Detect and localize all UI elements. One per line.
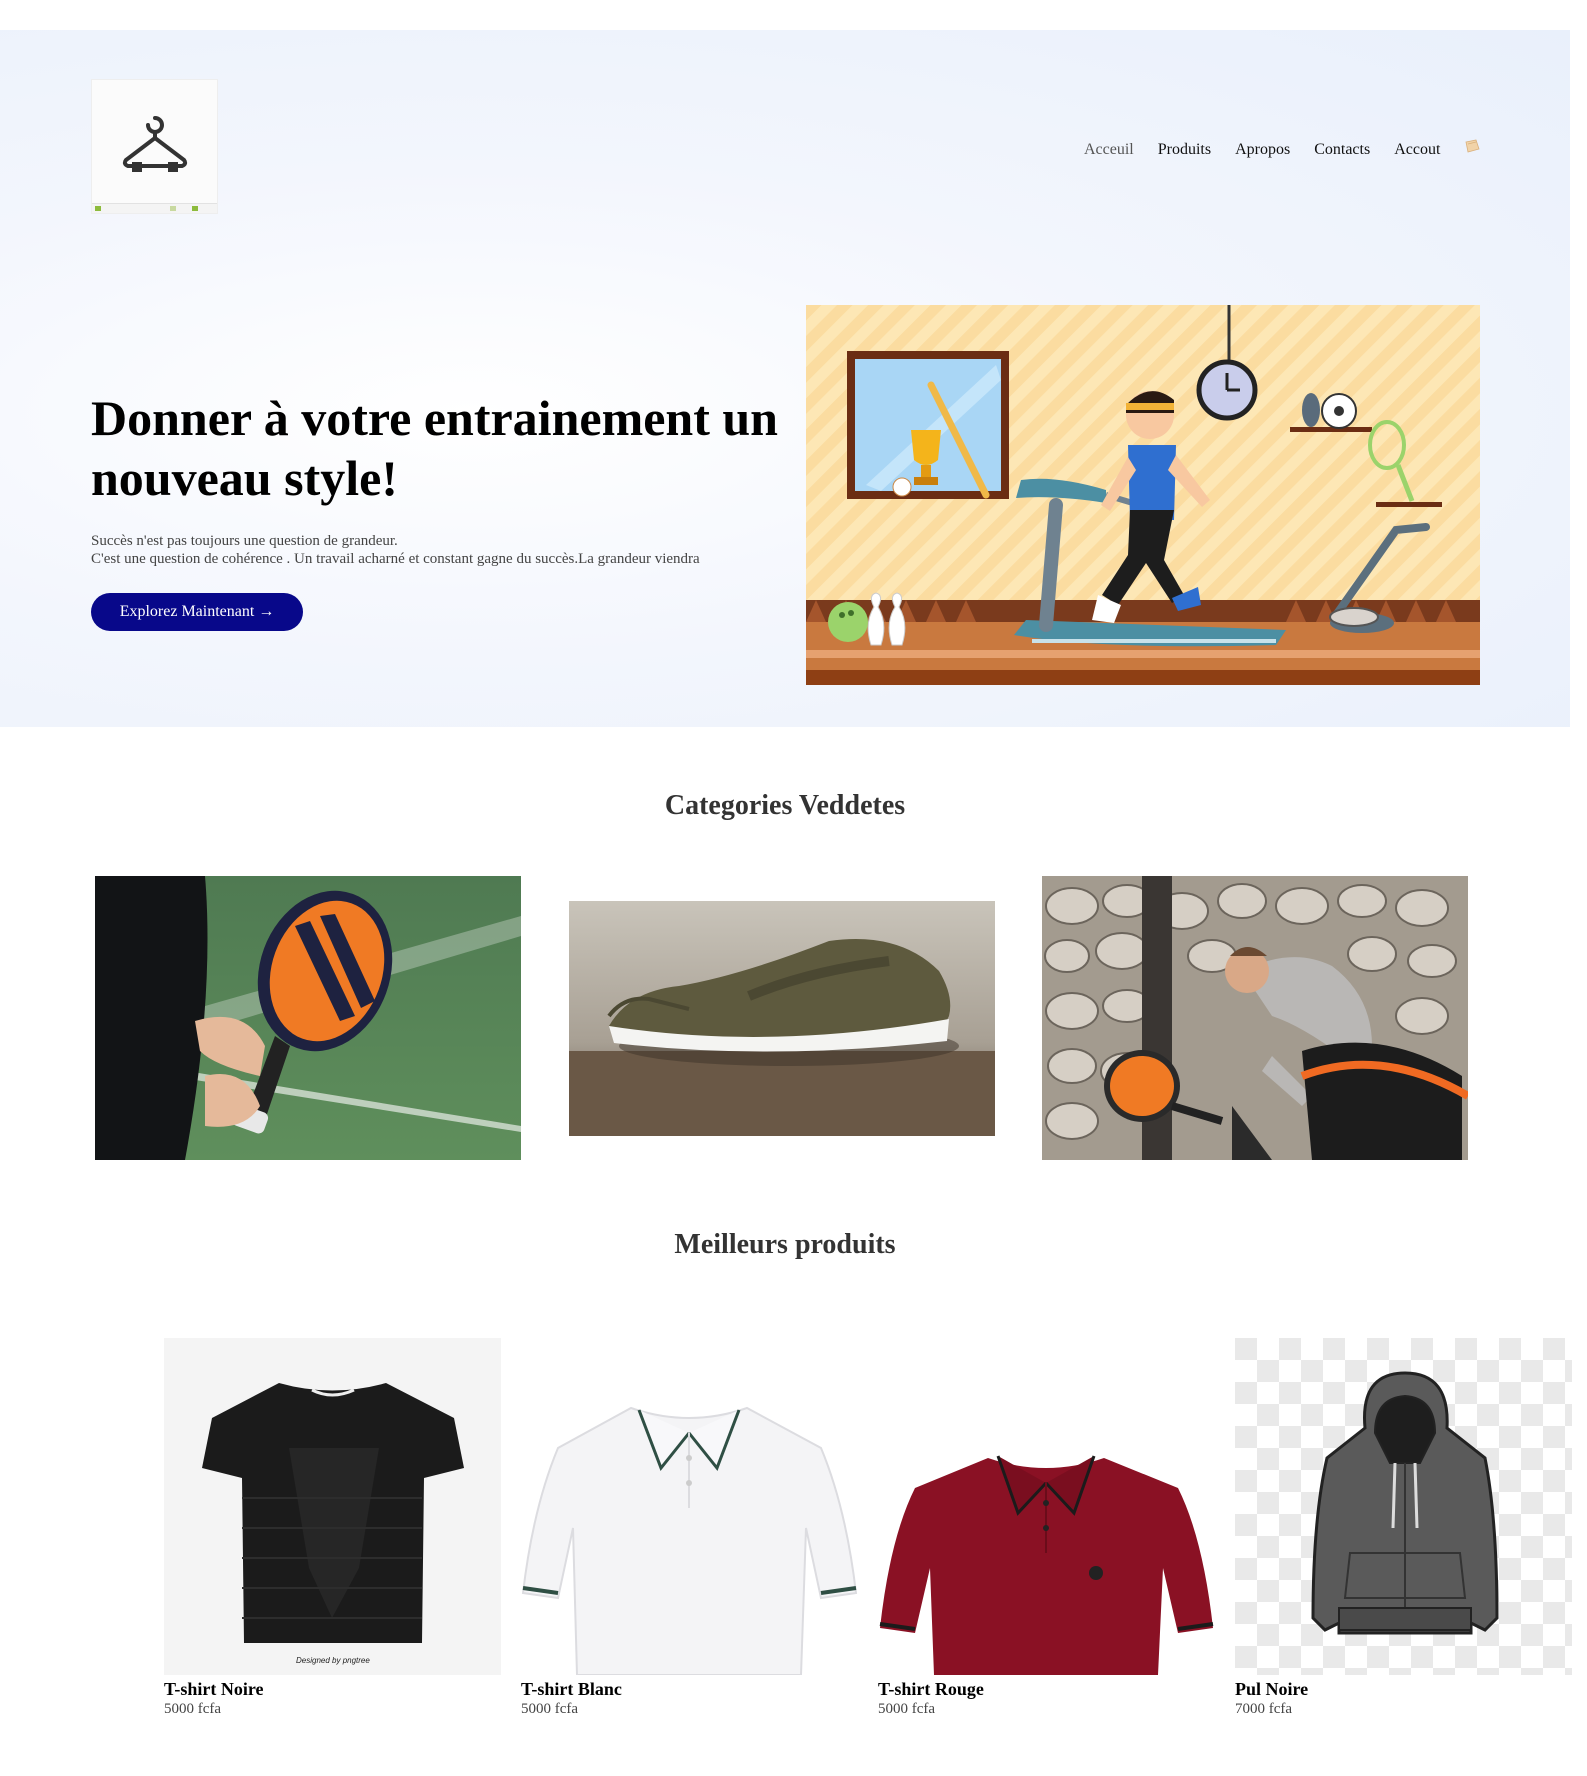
categories-title: Categories Veddetes bbox=[664, 790, 906, 821]
hanger-icon bbox=[122, 116, 188, 172]
hero-title: Donner à votre entrainement un nouveau s… bbox=[91, 390, 778, 506]
nav-accout[interactable]: Accout bbox=[1394, 141, 1440, 159]
products-title: Meilleurs produits bbox=[674, 1229, 896, 1260]
product-price: 5000 fcfa bbox=[521, 1701, 579, 1717]
hero-section: Acceuil Produits Apropos Contacts Accout… bbox=[0, 30, 1570, 727]
olive-sneakers-photo bbox=[569, 901, 995, 1136]
white-polo-image bbox=[521, 1406, 858, 1675]
cart-icon[interactable] bbox=[1465, 139, 1480, 153]
product-price: 5000 fcfa bbox=[878, 1701, 936, 1717]
hero-subtitle-line1: Succès n'est pas toujours une question d… bbox=[91, 533, 398, 549]
explore-now-label: Explorez Maintenant bbox=[119, 603, 255, 620]
nav-contacts[interactable]: Contacts bbox=[1314, 141, 1370, 159]
product-card[interactable]: Designed by pngtree T-shirt Noire 5000 f… bbox=[164, 1338, 501, 1719]
black-hoodie-image bbox=[1235, 1338, 1572, 1675]
category-card-athlete[interactable] bbox=[1042, 876, 1468, 1160]
product-name[interactable]: Pul Noire bbox=[1235, 1679, 1572, 1699]
padel-racket-photo bbox=[95, 876, 521, 1160]
explore-now-button[interactable]: Explorez Maintenant → bbox=[91, 593, 303, 631]
category-card-sneakers[interactable] bbox=[569, 901, 995, 1136]
hero-subtitle: Succès n'est pas toujours une question d… bbox=[91, 532, 791, 568]
product-image[interactable] bbox=[521, 1338, 858, 1675]
gym-illustration bbox=[806, 305, 1480, 685]
nav-acceuil[interactable]: Acceuil bbox=[1084, 141, 1134, 159]
product-card[interactable]: Pul Noire 7000 fcfa bbox=[1235, 1338, 1572, 1719]
product-card[interactable]: T-shirt Blanc 5000 fcfa bbox=[521, 1338, 858, 1719]
black-tshirt-image: Designed by pngtree bbox=[202, 1383, 464, 1665]
product-image[interactable]: Designed by pngtree bbox=[164, 1338, 501, 1675]
arrow-right-icon: → bbox=[258, 603, 275, 620]
product-price: 7000 fcfa bbox=[1235, 1701, 1293, 1717]
main-nav: Acceuil Produits Apropos Contacts Accout bbox=[1084, 138, 1480, 162]
product-name[interactable]: T-shirt Blanc bbox=[521, 1679, 858, 1699]
product-name[interactable]: T-shirt Noire bbox=[164, 1679, 501, 1699]
product-image[interactable] bbox=[878, 1338, 1215, 1675]
product-price: 5000 fcfa bbox=[164, 1701, 222, 1717]
product-name[interactable]: T-shirt Rouge bbox=[878, 1679, 1215, 1699]
logo-strip bbox=[92, 203, 217, 213]
hero-subtitle-line2: C'est une question de cohérence . Un tra… bbox=[91, 551, 700, 567]
red-polo-image bbox=[879, 1455, 1214, 1675]
category-card-padel[interactable] bbox=[95, 876, 521, 1160]
athlete-with-bag-photo bbox=[1042, 876, 1468, 1160]
nav-produits[interactable]: Produits bbox=[1158, 141, 1211, 159]
nav-apropos[interactable]: Apropos bbox=[1235, 141, 1290, 159]
product-card[interactable]: T-shirt Rouge 5000 fcfa bbox=[878, 1338, 1215, 1719]
product-image[interactable] bbox=[1235, 1338, 1572, 1675]
site-logo[interactable] bbox=[91, 79, 218, 214]
pngtree-watermark: Designed by pngtree bbox=[296, 1656, 370, 1665]
